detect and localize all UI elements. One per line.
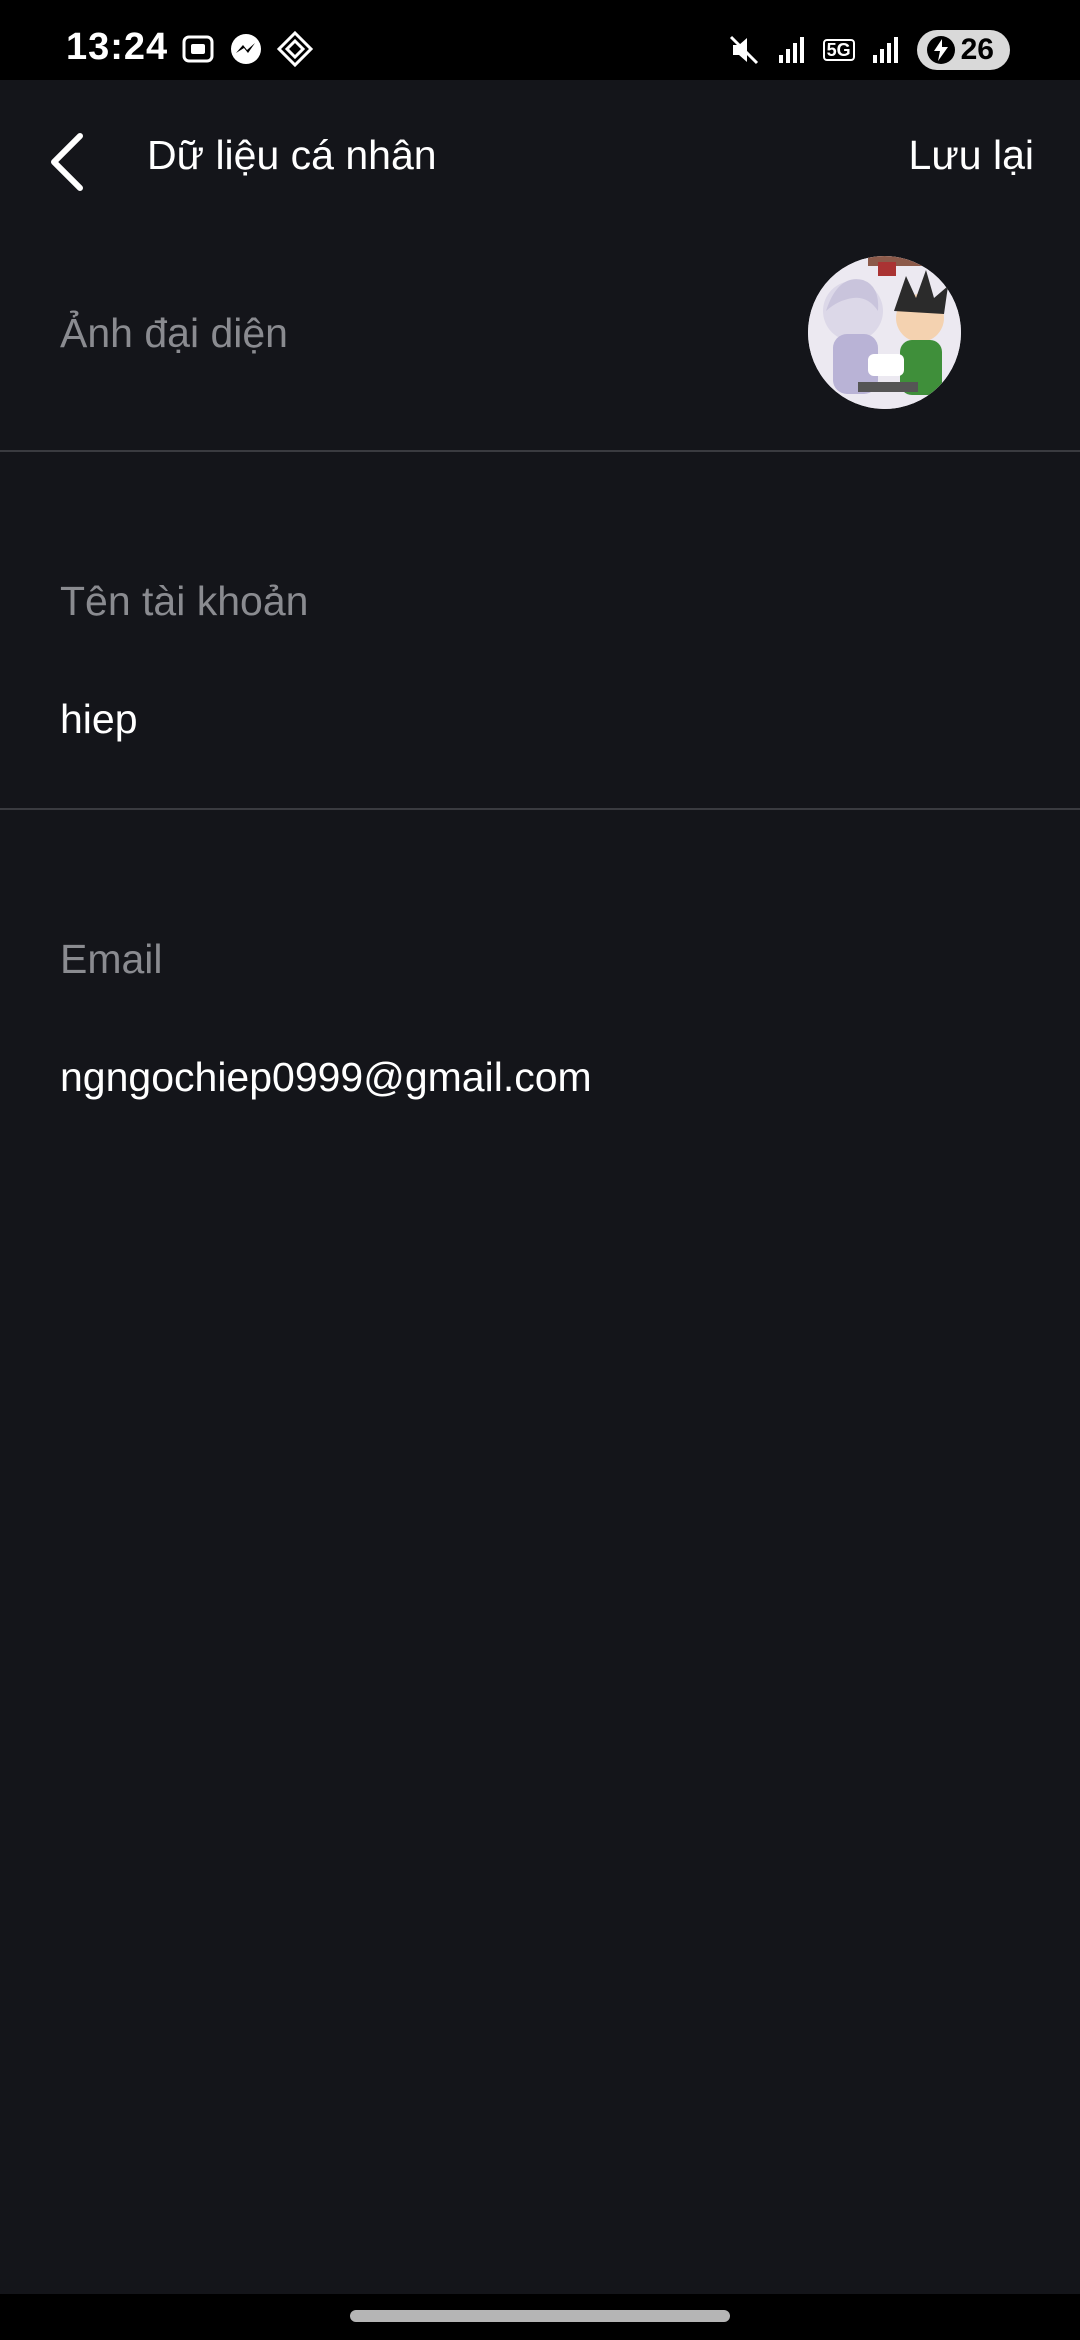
mute-icon [729,35,758,65]
screenshot-icon [182,35,214,63]
battery-charging-icon [926,36,955,64]
status-system-icons: 5G 26 [727,30,1010,70]
system-nav-bar [0,2294,1080,2340]
battery-indicator: 26 [916,30,1010,70]
email-field[interactable]: ngngochiep0999@gmail.com [60,1054,592,1101]
back-button[interactable] [34,122,98,202]
home-indicator[interactable] [350,2310,730,2322]
avatar-row[interactable]: Ảnh đại diện [0,240,1080,452]
status-bar: 13:24 5G 26 [0,0,1080,80]
messenger-icon [231,34,261,64]
signal-icon [872,37,898,63]
signal-icon [778,37,804,63]
page-title: Dữ liệu cá nhân [147,132,437,178]
avatar[interactable] [808,256,961,409]
email-row[interactable]: Email ngngochiep0999@gmail.com [0,810,1080,1166]
back-arrow-icon [51,133,83,191]
status-time: 13:24 [66,26,169,68]
battery-level: 26 [960,33,994,66]
email-label: Email [60,936,163,982]
network-type: 5G [822,39,855,61]
app-header: Dữ liệu cá nhân Lưu lại [0,80,1080,240]
app-diamond-icon [276,30,314,68]
username-row[interactable]: Tên tài khoản hiep [0,452,1080,810]
status-notification-icons [180,30,314,68]
save-button[interactable]: Lưu lại [909,132,1034,179]
username-field[interactable]: hiep [60,696,138,743]
username-label: Tên tài khoản [60,578,309,624]
avatar-label: Ảnh đại diện [60,310,288,356]
